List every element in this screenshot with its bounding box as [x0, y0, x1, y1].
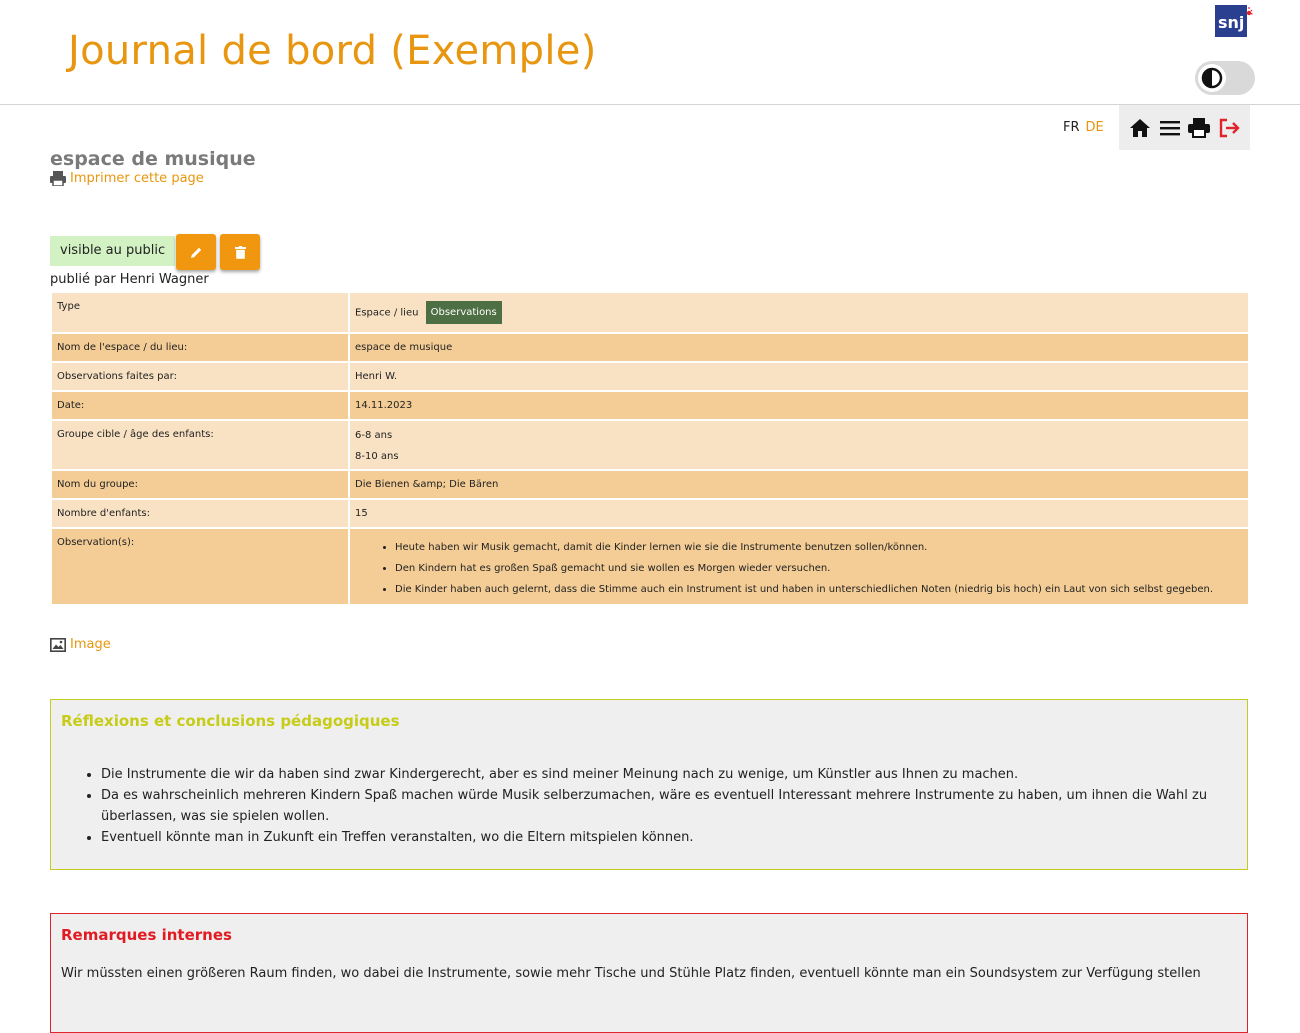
list-item: Eventuell könnte man in Zukunft ein Tref…: [101, 827, 1221, 848]
print-button[interactable]: [1187, 116, 1211, 140]
reflection-list: Die Instrumente die wir da haben sind zw…: [61, 764, 1221, 848]
list-item: Heute haben wir Musik gemacht, damit die…: [395, 541, 1243, 554]
contrast-toggle-knob[interactable]: [1198, 64, 1226, 92]
children-label: Nombre d'enfants:: [52, 500, 348, 527]
observations-badge: Observations: [425, 301, 502, 324]
image-link-label[interactable]: Image: [70, 637, 111, 652]
published-by: publié par Henri Wagner: [50, 272, 209, 287]
group-label: Nom du groupe:: [52, 471, 348, 498]
table-row: Nombre d'enfants: 15: [52, 500, 1248, 527]
table-row: Type Espace / lieu Observations: [52, 293, 1248, 332]
row-value: espace de musique: [350, 334, 1248, 361]
age-value: 6-8 ans: [355, 430, 393, 441]
age-values: 6-8 ans 8-10 ans: [350, 421, 1248, 469]
list-item: Den Kindern hat es großen Spaß gemacht u…: [395, 562, 1243, 575]
home-button[interactable]: [1128, 116, 1152, 140]
list-item: Da es wahrscheinlich mehreren Kindern Sp…: [101, 785, 1221, 827]
list-item: Die Kinder haben auch gelernt, dass die …: [395, 583, 1243, 596]
page-title: espace de musique: [50, 148, 256, 170]
list-item: Die Instrumente die wir da haben sind zw…: [101, 764, 1221, 785]
table-row: Date: 14.11.2023: [52, 392, 1248, 419]
app-title: Journal de bord (Exemple): [68, 28, 597, 74]
children-value: 15: [350, 500, 1248, 527]
svg-text:snj: snj: [1218, 13, 1244, 32]
observations-value: Heute haben wir Musik gemacht, damit die…: [350, 529, 1248, 604]
language-switcher: FR DE: [1063, 120, 1110, 135]
observations-label: Observation(s):: [52, 529, 348, 604]
row-label: Nom de l'espace / du lieu:: [52, 334, 348, 361]
group-value: Die Bienen &amp; Die Bären: [350, 471, 1248, 498]
app-header: Journal de bord (Exemple) snj: [0, 0, 1300, 105]
toolbar: [1119, 105, 1250, 150]
remarks-title: Remarques internes: [61, 926, 232, 944]
table-row: Groupe cible / âge des enfants: 6-8 ans …: [52, 421, 1248, 469]
reflection-title: Réflexions et conclusions pédagogiques: [61, 712, 400, 730]
delete-button[interactable]: [220, 234, 260, 270]
trash-icon: [234, 245, 246, 259]
image-icon: [50, 637, 66, 652]
logout-button[interactable]: [1217, 116, 1241, 140]
type-value: Espace / lieu Observations: [350, 293, 1248, 332]
logout-icon: [1219, 118, 1240, 137]
details-table: Type Espace / lieu Observations Nom de l…: [50, 291, 1250, 606]
contrast-toggle[interactable]: [1195, 61, 1255, 95]
menu-icon: [1159, 120, 1180, 135]
visibility-badge: visible au public: [50, 236, 176, 266]
menu-button[interactable]: [1158, 116, 1182, 140]
print-page-label[interactable]: Imprimer cette page: [70, 171, 204, 186]
table-row: Nom de l'espace / du lieu: espace de mus…: [52, 334, 1248, 361]
print-icon: [1188, 117, 1211, 138]
lang-de-link[interactable]: DE: [1086, 120, 1104, 135]
observations-list: Heute haben wir Musik gemacht, damit die…: [355, 541, 1243, 596]
age-value: 8-10 ans: [355, 451, 399, 462]
row-label: Date:: [52, 392, 348, 419]
row-value: 14.11.2023: [350, 392, 1248, 419]
lang-fr-link[interactable]: FR: [1063, 120, 1080, 135]
table-row: Observation(s): Heute haben wir Musik ge…: [52, 529, 1248, 604]
reflection-panel: Réflexions et conclusions pédagogiques D…: [50, 699, 1248, 870]
age-label: Groupe cible / âge des enfants:: [52, 421, 348, 469]
print-page-link[interactable]: Imprimer cette page: [50, 171, 204, 186]
row-label: Observations faites par:: [52, 363, 348, 390]
pencil-icon: [190, 247, 201, 258]
home-icon: [1129, 118, 1150, 137]
remarks-text: Wir müssten einen größeren Raum finden, …: [61, 966, 1201, 981]
table-row: Nom du groupe: Die Bienen &amp; Die Bäre…: [52, 471, 1248, 498]
internal-remarks-panel: Remarques internes Wir müssten einen grö…: [50, 913, 1248, 1033]
table-row: Observations faites par: Henri W.: [52, 363, 1248, 390]
type-text: Espace / lieu: [355, 307, 419, 319]
row-value: Henri W.: [350, 363, 1248, 390]
edit-button[interactable]: [176, 234, 216, 270]
snj-logo[interactable]: snj: [1215, 5, 1253, 39]
print-icon: [50, 171, 66, 186]
image-link[interactable]: Image: [50, 637, 111, 652]
type-label: Type: [52, 293, 348, 332]
contrast-icon: [1201, 67, 1223, 89]
